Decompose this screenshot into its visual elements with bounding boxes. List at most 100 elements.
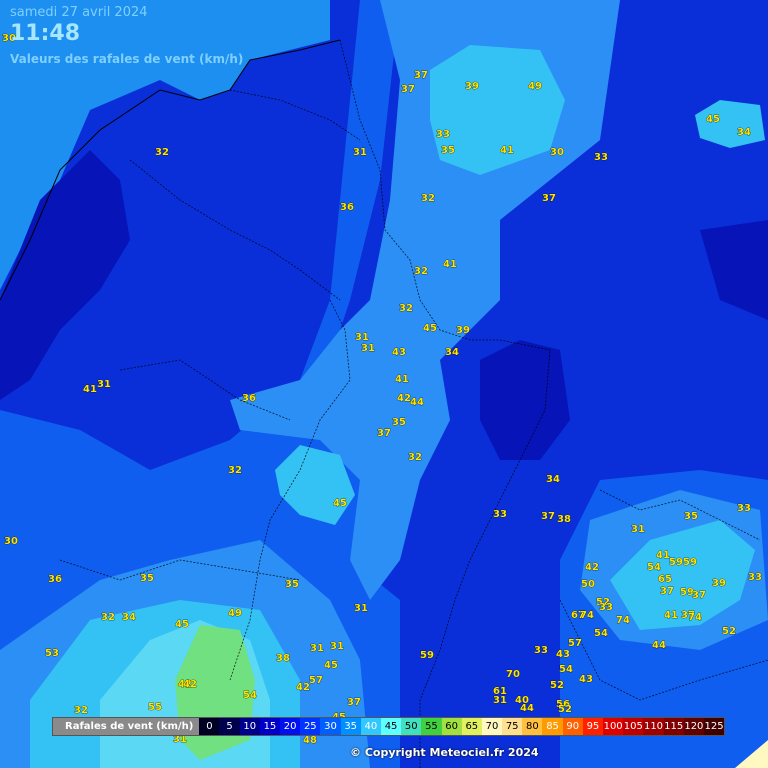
station-value: 34 bbox=[546, 474, 560, 485]
station-value: 31 bbox=[353, 147, 367, 158]
station-value: 31 bbox=[330, 641, 344, 652]
legend-swatch: 5 bbox=[219, 718, 240, 735]
legend-swatch: 40 bbox=[360, 718, 381, 735]
legend-swatch: 100 bbox=[603, 718, 624, 735]
station-value: 42 bbox=[296, 682, 310, 693]
station-value: 39 bbox=[465, 81, 479, 92]
station-value: 30 bbox=[4, 536, 18, 547]
legend-swatch: 50 bbox=[401, 718, 422, 735]
station-value: 45 bbox=[333, 498, 347, 509]
station-value: 45 bbox=[324, 660, 338, 671]
station-value: 44 bbox=[520, 703, 534, 714]
station-value: 32 bbox=[101, 612, 115, 623]
legend-swatch: 45 bbox=[380, 718, 402, 735]
station-value: 35 bbox=[140, 573, 154, 584]
station-value: 74 bbox=[580, 610, 594, 621]
legend-title: Rafales de vent (km/h) bbox=[65, 721, 194, 732]
station-value: 54 bbox=[647, 562, 661, 573]
station-value: 35 bbox=[684, 511, 698, 522]
station-value: 39 bbox=[712, 578, 726, 589]
station-value: 45 bbox=[706, 114, 720, 125]
station-value: 44 bbox=[410, 397, 424, 408]
station-value: 45 bbox=[175, 619, 189, 630]
station-value: 39 bbox=[456, 325, 470, 336]
station-value: 53 bbox=[45, 648, 59, 659]
station-value: 31 bbox=[631, 524, 645, 535]
station-value: 37 bbox=[660, 586, 674, 597]
station-value: 43 bbox=[556, 649, 570, 660]
station-value: 37 bbox=[541, 511, 555, 522]
map-subtitle: Valeurs des rafales de vent (km/h) bbox=[10, 52, 244, 66]
station-value: 33 bbox=[737, 503, 751, 514]
station-value: 52 bbox=[558, 704, 572, 715]
station-value: 41 bbox=[443, 259, 457, 270]
station-value: 33 bbox=[436, 129, 450, 140]
time-label: 11:48 bbox=[10, 21, 81, 46]
station-value: 65 bbox=[658, 574, 672, 585]
date-label: samedi 27 avril 2024 bbox=[10, 5, 148, 20]
station-value: 38 bbox=[276, 653, 290, 664]
station-value: 37 bbox=[377, 428, 391, 439]
station-value: 49 bbox=[228, 608, 242, 619]
station-value: 57 bbox=[568, 638, 582, 649]
wind-gust-map: 30 37 37 39 49 45 34 32 31 33 35 41 30 33 36 32 37 41 32 32… bbox=[0, 0, 768, 768]
station-value: 31 bbox=[354, 603, 368, 614]
legend-swatch: 85 bbox=[542, 718, 563, 735]
legend-swatch: 55 bbox=[421, 718, 442, 735]
station-value: 54 bbox=[559, 664, 573, 675]
legend-swatch: 60 bbox=[441, 718, 462, 735]
legend-swatch: 110 bbox=[643, 718, 664, 735]
station-value: 41 bbox=[664, 610, 678, 621]
station-value: 74 bbox=[688, 612, 702, 623]
station-value: 41 bbox=[395, 374, 409, 385]
station-value: 35 bbox=[392, 417, 406, 428]
legend-swatch: 120 bbox=[683, 718, 704, 735]
station-value: 30 bbox=[550, 147, 564, 158]
station-value: 32 bbox=[228, 465, 242, 476]
legend-swatch: 30 bbox=[320, 718, 341, 735]
station-value: 59 bbox=[420, 650, 434, 661]
station-value: 52 bbox=[722, 626, 736, 637]
station-value: 36 bbox=[242, 393, 256, 404]
station-value: 36 bbox=[48, 574, 62, 585]
station-value: 37 bbox=[542, 193, 556, 204]
copyright-notice: © Copyright Meteociel.fr 2024 bbox=[350, 746, 539, 759]
station-value: 49 bbox=[528, 81, 542, 92]
station-value: 54 bbox=[243, 690, 257, 701]
legend-swatch: 35 bbox=[340, 718, 361, 735]
station-value: 57 bbox=[309, 675, 323, 686]
station-value: 41 bbox=[83, 384, 97, 395]
station-value: 31 bbox=[310, 643, 324, 654]
station-value: 59 bbox=[683, 557, 697, 568]
station-value: 32 bbox=[399, 303, 413, 314]
legend-scale: 0 5 10 15 20 25 30 35 40 45 50 55 60 65 70 75 80 85 90 95 10… bbox=[199, 718, 725, 735]
station-value: 42 bbox=[585, 562, 599, 573]
legend-swatch: 95 bbox=[582, 718, 604, 735]
station-value: 37 bbox=[347, 697, 361, 708]
station-value: 70 bbox=[506, 669, 520, 680]
legend-swatch: 20 bbox=[280, 718, 301, 735]
station-value: 32 bbox=[414, 266, 428, 277]
legend-swatch: 75 bbox=[502, 718, 523, 735]
station-value: 43 bbox=[392, 347, 406, 358]
station-value: 41 bbox=[500, 145, 514, 156]
legend-swatch: 15 bbox=[259, 718, 281, 735]
station-value: 34 bbox=[122, 612, 136, 623]
station-value: 31 bbox=[97, 379, 111, 390]
station-value: 31 bbox=[361, 343, 375, 354]
station-value: 38 bbox=[557, 514, 571, 525]
station-value: 43 bbox=[579, 674, 593, 685]
legend-swatch: 90 bbox=[562, 718, 583, 735]
station-value: 44 bbox=[652, 640, 666, 651]
station-value: 52 bbox=[550, 680, 564, 691]
legend-swatch: 10 bbox=[239, 718, 260, 735]
station-value: 33 bbox=[748, 572, 762, 583]
station-value: 31 bbox=[493, 695, 507, 706]
legend-swatch: 80 bbox=[522, 718, 543, 735]
station-value: 31 bbox=[355, 332, 369, 343]
legend-swatch: 0 bbox=[199, 718, 220, 735]
legend-swatch: 105 bbox=[623, 718, 644, 735]
station-value: 74 bbox=[616, 615, 630, 626]
station-value: 33 bbox=[599, 602, 613, 613]
station-value: 33 bbox=[534, 645, 548, 656]
